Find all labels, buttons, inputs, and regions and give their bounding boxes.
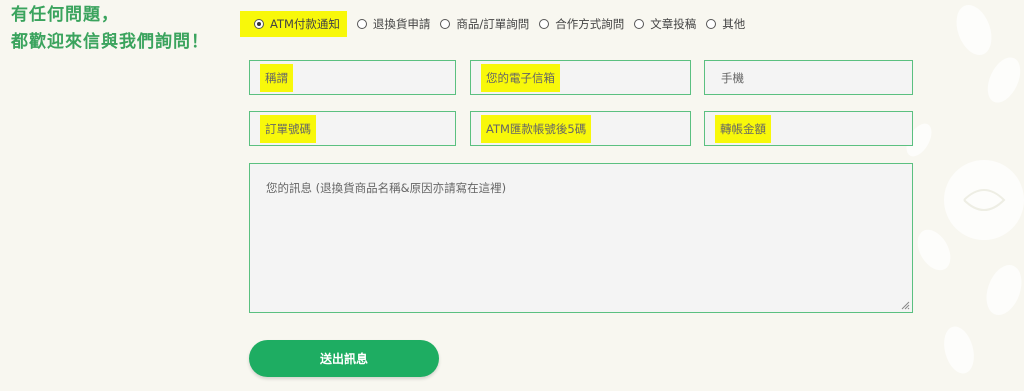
atm-last5-placeholder: ATM匯款帳號後5碼 bbox=[481, 114, 592, 143]
order-number-placeholder: 訂單號碼 bbox=[260, 114, 316, 143]
name-placeholder: 稱謂 bbox=[260, 63, 293, 92]
radio-icon[interactable] bbox=[356, 19, 367, 29]
radio-icon[interactable] bbox=[706, 19, 717, 29]
phone-placeholder: 手機 bbox=[721, 70, 744, 85]
radio-label: 文章投稿 bbox=[650, 17, 697, 31]
resize-grip-icon[interactable] bbox=[901, 301, 910, 310]
name-field[interactable]: 稱謂 bbox=[249, 60, 456, 95]
message-textarea[interactable]: 您的訊息 (退換貨商品名稱&原因亦請寫在這裡) bbox=[249, 163, 913, 313]
order-number-field[interactable]: 訂單號碼 bbox=[249, 111, 456, 146]
message-placeholder: 您的訊息 (退換貨商品名稱&原因亦請寫在這裡) bbox=[266, 181, 507, 195]
atm-last5-field[interactable]: ATM匯款帳號後5碼 bbox=[470, 111, 691, 146]
radio-article-submission[interactable]: 文章投稿 bbox=[634, 11, 696, 37]
radio-label: 其他 bbox=[722, 17, 746, 31]
phone-field[interactable]: 手機 bbox=[704, 60, 913, 95]
submit-button[interactable]: 送出訊息 bbox=[249, 340, 439, 377]
radio-label: 商品/訂單詢問 bbox=[456, 17, 530, 31]
radio-icon[interactable] bbox=[440, 19, 451, 29]
headline-line-1: 有任何問題， bbox=[11, 5, 119, 25]
radio-return-exchange[interactable]: 退換貨申請 bbox=[356, 11, 431, 37]
headline-line-2: 都歡迎來信與我們詢問！ bbox=[11, 32, 209, 52]
radio-label: 退換貨申請 bbox=[372, 17, 431, 31]
radio-label: ATM付款通知 bbox=[270, 17, 340, 31]
transfer-amount-field[interactable]: 轉帳金額 bbox=[704, 111, 913, 146]
radio-label: 合作方式詢問 bbox=[555, 17, 625, 31]
email-placeholder: 您的電子信箱 bbox=[481, 63, 560, 92]
radio-icon[interactable] bbox=[634, 19, 645, 29]
radio-selected-icon[interactable] bbox=[254, 19, 264, 29]
page-headline: 有任何問題， 都歡迎來信與我們詢問！ bbox=[11, 2, 209, 56]
radio-other[interactable]: 其他 bbox=[706, 11, 745, 37]
inquiry-type-group: ATM付款通知 退換貨申請 商品/訂單詢問 合作方式詢問 文章投稿 其他 bbox=[240, 11, 755, 37]
leaf-decoration bbox=[906, 4, 1024, 374]
email-field[interactable]: 您的電子信箱 bbox=[470, 60, 691, 95]
radio-product-order[interactable]: 商品/訂單詢問 bbox=[440, 11, 529, 37]
radio-cooperation[interactable]: 合作方式詢問 bbox=[539, 11, 624, 37]
radio-atm-payment[interactable]: ATM付款通知 bbox=[240, 11, 347, 37]
transfer-amount-placeholder: 轉帳金額 bbox=[715, 114, 771, 143]
radio-icon[interactable] bbox=[539, 19, 550, 29]
